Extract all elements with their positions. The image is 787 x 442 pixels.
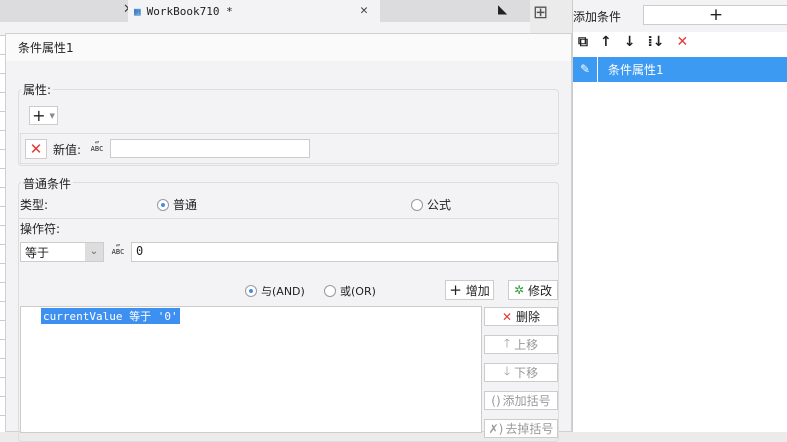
- condition-list-item[interactable]: ✎ 条件属性1: [573, 57, 787, 82]
- condition-item[interactable]: currentValue 等于 '0': [41, 308, 180, 324]
- type-normal-radio[interactable]: 普通: [157, 196, 197, 213]
- operator-select[interactable]: 等于 ⌄: [20, 242, 104, 262]
- move-up-button[interactable]: 🡑 上移: [484, 335, 558, 354]
- radio-icon: [411, 198, 423, 211]
- close-tab-icon[interactable]: ✕: [360, 3, 368, 18]
- button-label: 下移: [514, 366, 539, 380]
- or-radio[interactable]: 或(OR): [324, 283, 376, 299]
- edit-icon[interactable]: ✎: [573, 57, 598, 82]
- new-value-input[interactable]: [110, 139, 310, 158]
- button-label: 去掉括号: [505, 422, 554, 436]
- normal-condition-label: 普通条件: [21, 175, 74, 192]
- modify-icon: ✲: [513, 283, 525, 297]
- modify-button[interactable]: ✲ 修改: [508, 280, 558, 300]
- and-radio[interactable]: 与(AND): [245, 283, 305, 299]
- radio-icon: [157, 198, 169, 211]
- radio-label: 或(OR): [340, 285, 376, 298]
- delete-icon[interactable]: ✕: [677, 34, 689, 50]
- radio-label: 普通: [173, 198, 198, 212]
- plus-icon: +: [449, 281, 462, 299]
- tab-workbook[interactable]: ▦ WorkBook710 * ✕: [128, 0, 380, 22]
- radio-icon: [324, 285, 336, 297]
- close-icon: ✕: [29, 140, 43, 158]
- button-label: 添加括号: [502, 394, 551, 408]
- panel-icon[interactable]: ⊞: [533, 2, 548, 23]
- tab-title: WorkBook710 *: [146, 4, 233, 18]
- delete-attribute-button[interactable]: ✕: [25, 139, 47, 159]
- arrow-up-icon: 🡑: [503, 336, 511, 350]
- delete-button[interactable]: ✕ 删除: [484, 307, 558, 326]
- remove-bracket-icon: ✗): [488, 421, 504, 436]
- add-bracket-button[interactable]: () 添加括号: [484, 391, 558, 410]
- arrow-down-icon[interactable]: ↓: [624, 34, 636, 50]
- plus-icon: +: [708, 5, 724, 25]
- add-attribute-button[interactable]: + ▼: [29, 106, 58, 125]
- add-condition-button[interactable]: +: [643, 5, 787, 25]
- button-label: 上移: [514, 338, 539, 352]
- copy-icon[interactable]: ⧉: [578, 34, 588, 50]
- chevron-down-icon: ⌄: [85, 243, 103, 261]
- move-down-button[interactable]: 🡓 下移: [484, 363, 558, 382]
- panel-toolbar: ⧉ ↑ ↓ ⁞↓ ✕: [578, 34, 688, 50]
- radio-icon: [245, 285, 257, 297]
- radio-label: 与(AND): [261, 285, 305, 298]
- plus-icon: +: [32, 106, 46, 125]
- abc-text: ABC: [90, 145, 104, 153]
- item-label: 条件属性1: [608, 63, 664, 77]
- remove-bracket-button[interactable]: ✗) 去掉括号: [484, 419, 558, 438]
- bracket-icon: (): [491, 393, 501, 408]
- add-condition-label: 添加条件: [573, 10, 622, 24]
- operator-value: 等于: [25, 246, 50, 260]
- arrow-up-icon[interactable]: ↑: [600, 34, 612, 50]
- operand-input[interactable]: 0: [131, 242, 558, 262]
- chevron-down-icon: ▼: [49, 111, 55, 120]
- type-formula-radio[interactable]: 公式: [411, 196, 451, 213]
- workbook-icon: ▦: [134, 4, 141, 18]
- attributes-label: 属性:: [21, 81, 54, 98]
- button-label: 修改: [528, 283, 553, 298]
- dialog-title: 条件属性1: [6, 34, 571, 61]
- radio-label: 公式: [427, 198, 452, 212]
- divider: [18, 218, 559, 219]
- button-label: 增加: [465, 283, 490, 298]
- type-label: 类型:: [20, 198, 49, 212]
- add-button[interactable]: + 增加: [445, 280, 494, 300]
- close-icon: ✕: [501, 309, 513, 324]
- condition-panel: 添加条件 + ⧉ ↑ ↓ ⁞↓ ✕ ✎ 条件属性1: [572, 0, 787, 432]
- formula-type-icon[interactable]: ▱ ABC: [87, 139, 107, 153]
- button-label: 删除: [516, 310, 541, 324]
- move-bottom-icon[interactable]: ⁞↓: [647, 34, 664, 50]
- abc-text: ABC: [111, 248, 125, 256]
- formula-type-icon[interactable]: ▱ ABC: [108, 242, 128, 256]
- new-value-label: 新值:: [53, 143, 82, 157]
- condition-dialog: 条件属性1 属性: + ▼ ✕ 新值: ▱ ABC 普通条件 类型: 普通 公式 操…: [5, 33, 572, 442]
- arrow-down-icon: 🡓: [503, 364, 511, 378]
- operator-label: 操作符:: [20, 222, 61, 236]
- condition-list[interactable]: currentValue 等于 '0': [20, 306, 482, 433]
- tab-menu-icon[interactable]: ◣: [498, 2, 507, 16]
